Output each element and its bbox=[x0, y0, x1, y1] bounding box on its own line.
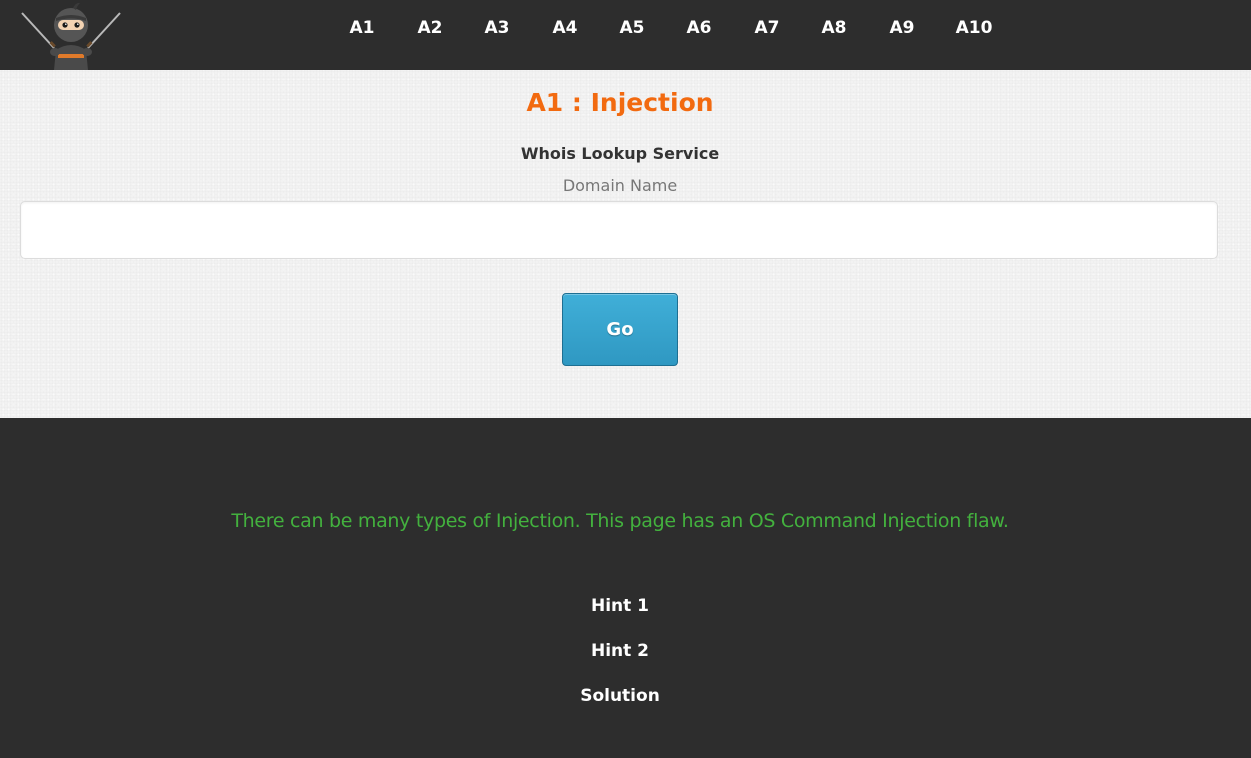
nav-item-a7[interactable]: A7 bbox=[755, 17, 780, 39]
nav-item-a1[interactable]: A1 bbox=[350, 17, 375, 39]
domain-name-label: Domain Name bbox=[562, 176, 678, 195]
nav-item-a8[interactable]: A8 bbox=[822, 17, 847, 39]
nav-item-a6[interactable]: A6 bbox=[687, 17, 712, 39]
domain-name-input[interactable] bbox=[20, 201, 1218, 259]
vulnerability-note: There can be many types of Injection. Th… bbox=[231, 510, 1009, 532]
service-title: Whois Lookup Service bbox=[520, 144, 720, 163]
nav-item-a10[interactable]: A10 bbox=[956, 17, 993, 39]
solution-link[interactable]: Solution bbox=[0, 684, 1240, 708]
footer: There can be many types of Injection. Th… bbox=[0, 418, 1251, 758]
nav-item-a3[interactable]: A3 bbox=[485, 17, 510, 39]
nav-item-a4[interactable]: A4 bbox=[553, 17, 578, 39]
page-title: A1 : Injection bbox=[526, 88, 714, 117]
hint-2-link[interactable]: Hint 2 bbox=[0, 639, 1240, 663]
nav-item-a5[interactable]: A5 bbox=[620, 17, 645, 39]
top-navbar: A1 A2 A3 A4 A5 A6 A7 A8 A9 A10 bbox=[0, 0, 1251, 70]
hint-1-link[interactable]: Hint 1 bbox=[0, 594, 1240, 618]
nav-item-a9[interactable]: A9 bbox=[890, 17, 915, 39]
go-button[interactable]: Go bbox=[562, 293, 678, 366]
main-content: A1 : Injection Whois Lookup Service Doma… bbox=[0, 70, 1251, 418]
main-nav: A1 A2 A3 A4 A5 A6 A7 A8 A9 A10 bbox=[0, 0, 1251, 58]
nav-item-a2[interactable]: A2 bbox=[418, 17, 443, 39]
